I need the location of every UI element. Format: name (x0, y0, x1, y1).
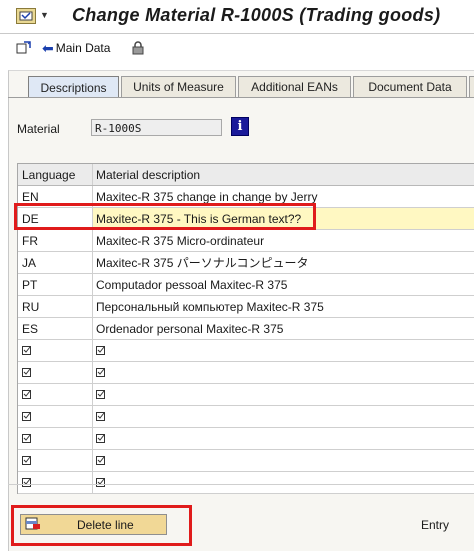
language-cell-empty[interactable] (18, 472, 93, 493)
lock-icon (132, 41, 144, 55)
table-row[interactable]: FR Maxitec-R 375 Micro-ordinateur (18, 230, 474, 252)
input-marker-icon (22, 478, 31, 487)
entry-label: Entry (421, 518, 450, 532)
column-header-language[interactable]: Language (18, 164, 93, 185)
language-cell[interactable]: RU (18, 296, 93, 317)
description-cell-empty[interactable] (93, 428, 474, 449)
footer-separator (8, 484, 474, 485)
exchange-icon (16, 41, 31, 54)
input-marker-icon (22, 346, 31, 355)
description-cell-empty[interactable] (93, 450, 474, 471)
empty-row[interactable] (18, 472, 474, 494)
description-cell[interactable]: Maxitec-R 375 パーソナルコンピュータ (93, 252, 474, 273)
input-marker-icon (96, 434, 105, 443)
language-cell[interactable]: ES (18, 318, 93, 339)
table-row[interactable]: PT Computador pessoal Maxitec-R 375 (18, 274, 474, 296)
input-marker-icon (96, 368, 105, 377)
language-cell-empty[interactable] (18, 406, 93, 427)
highlight-box-de-row (14, 203, 316, 230)
description-cell-empty[interactable] (93, 472, 474, 493)
table-row[interactable]: JA Maxitec-R 375 パーソナルコンピュータ (18, 252, 474, 274)
table-header: Language Material description (18, 164, 474, 186)
tab-overflow[interactable] (469, 76, 474, 97)
page-title: Change Material R-1000S (Trading goods) (72, 5, 441, 25)
language-cell-empty[interactable] (18, 384, 93, 405)
material-field: R-1000S (91, 119, 222, 136)
column-header-description[interactable]: Material description (93, 164, 474, 185)
description-cell-empty[interactable] (93, 340, 474, 361)
language-cell-empty[interactable] (18, 340, 93, 361)
lock-button[interactable] (132, 39, 144, 57)
description-cell-empty[interactable] (93, 384, 474, 405)
left-arrow-icon: ⬅ (42, 39, 54, 56)
language-cell-empty[interactable] (18, 428, 93, 449)
empty-row[interactable] (18, 362, 474, 384)
empty-row[interactable] (18, 340, 474, 362)
description-cell-empty[interactable] (93, 406, 474, 427)
language-cell[interactable]: PT (18, 274, 93, 295)
input-marker-icon (22, 368, 31, 377)
language-cell[interactable]: FR (18, 230, 93, 251)
empty-row[interactable] (18, 450, 474, 472)
menu-icon[interactable] (16, 8, 36, 24)
input-marker-icon (22, 390, 31, 399)
input-marker-icon (96, 412, 105, 421)
tab-underline (8, 97, 474, 98)
info-button[interactable]: i (231, 117, 249, 136)
input-marker-icon (22, 412, 31, 421)
description-cell-empty[interactable] (93, 362, 474, 383)
tab-descriptions[interactable]: Descriptions (28, 76, 119, 98)
description-cell[interactable]: Computador pessoal Maxitec-R 375 (93, 274, 474, 295)
table-row[interactable]: ES Ordenador personal Maxitec-R 375 (18, 318, 474, 340)
tab-units-of-measure[interactable]: Units of Measure (121, 76, 236, 97)
dropdown-arrow-icon[interactable]: ▼ (40, 10, 49, 20)
language-cell-empty[interactable] (18, 450, 93, 471)
description-cell[interactable]: Maxitec-R 375 Micro-ordinateur (93, 230, 474, 251)
other-material-button[interactable] (16, 39, 32, 57)
input-marker-icon (96, 478, 105, 487)
input-marker-icon (96, 456, 105, 465)
title-bar: ▼ Change Material R-1000S (Trading goods… (0, 0, 474, 34)
language-cell-empty[interactable] (18, 362, 93, 383)
description-cell[interactable]: Ordenador personal Maxitec-R 375 (93, 318, 474, 339)
input-marker-icon (96, 390, 105, 399)
application-toolbar: ⬅ Main Data (0, 34, 474, 64)
main-data-label: Main Data (55, 41, 111, 55)
input-marker-icon (22, 434, 31, 443)
input-marker-icon (96, 346, 105, 355)
tab-additional-eans[interactable]: Additional EANs (238, 76, 351, 97)
main-data-button[interactable]: ⬅ Main Data (42, 39, 110, 57)
tab-document-data[interactable]: Document Data (353, 76, 467, 97)
highlight-box-delete (11, 505, 192, 546)
empty-row[interactable] (18, 428, 474, 450)
info-icon: i (237, 119, 243, 134)
input-marker-icon (22, 456, 31, 465)
language-cell[interactable]: JA (18, 252, 93, 273)
description-cell[interactable]: Персональный компьютер Maxitec-R 375 (93, 296, 474, 317)
empty-row[interactable] (18, 384, 474, 406)
empty-row[interactable] (18, 406, 474, 428)
table-row[interactable]: RU Персональный компьютер Maxitec-R 375 (18, 296, 474, 318)
material-label: Material (17, 122, 60, 136)
